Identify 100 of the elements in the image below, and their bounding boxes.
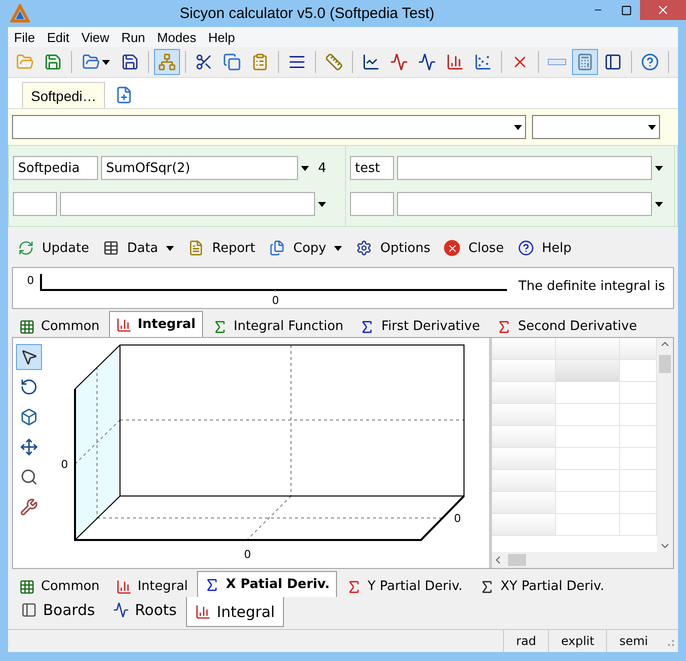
- grid-cell[interactable]: [620, 514, 657, 536]
- grid-cell[interactable]: [556, 470, 620, 492]
- plot-tool-button[interactable]: [16, 344, 42, 370]
- grid-cell[interactable]: [556, 360, 620, 382]
- curve-chart-icon: [418, 53, 436, 71]
- grid-cell[interactable]: [556, 404, 620, 426]
- logo-icon: [10, 4, 30, 24]
- bar-icon: [548, 59, 566, 65]
- panel-icon: [604, 53, 622, 71]
- grid-cell[interactable]: [492, 492, 556, 514]
- function-combo[interactable]: [60, 192, 315, 216]
- expression-combo[interactable]: [12, 115, 526, 139]
- grid-cell[interactable]: [556, 514, 620, 536]
- folder-icon: [16, 53, 34, 71]
- action-button[interactable]: Data: [103, 240, 174, 256]
- ruler-icon: [325, 53, 343, 71]
- function-combo[interactable]: [397, 192, 652, 216]
- grid-cell[interactable]: [620, 382, 657, 404]
- grid-cell[interactable]: [620, 404, 657, 426]
- action-button[interactable]: Report: [188, 240, 256, 256]
- tab[interactable]: Common: [12, 315, 107, 337]
- tab[interactable]: First Derivative: [352, 315, 487, 337]
- grid-cell[interactable]: [620, 448, 657, 470]
- tab[interactable]: Y Partial Deriv.: [338, 575, 470, 597]
- tab[interactable]: Boards: [12, 597, 104, 623]
- tab[interactable]: Common: [12, 575, 107, 597]
- tab[interactable]: XY Partial Deriv.: [472, 575, 612, 597]
- help-icon: [518, 240, 534, 256]
- grid-cell[interactable]: [556, 382, 620, 404]
- grid-cell[interactable]: [492, 426, 556, 448]
- lines-icon: [288, 53, 306, 71]
- action-button[interactable]: Update: [18, 240, 90, 256]
- status-cell: rad: [503, 630, 548, 652]
- axis-tick-label: 0: [272, 294, 279, 307]
- grid-cell[interactable]: [556, 338, 620, 360]
- paste-icon: [251, 53, 269, 71]
- grid-cell[interactable]: [492, 382, 556, 404]
- grid-cell[interactable]: [620, 426, 657, 448]
- save-icon: [44, 53, 62, 71]
- name-field[interactable]: [350, 192, 394, 216]
- status-cell: explit: [548, 630, 606, 652]
- axis-tick-label: 0: [27, 274, 34, 287]
- help-icon: [641, 53, 659, 71]
- action-button[interactable]: Help: [518, 240, 572, 256]
- close-icon: [444, 240, 460, 256]
- action-button[interactable]: Copy: [269, 240, 342, 256]
- action-button[interactable]: Options: [356, 240, 430, 256]
- tab[interactable]: X Patial Deriv.: [196, 571, 337, 597]
- calculator-icon: [576, 53, 594, 71]
- action-button[interactable]: Close: [444, 240, 504, 256]
- grid-cell[interactable]: [492, 470, 556, 492]
- scrollbar-thumb[interactable]: [659, 355, 671, 373]
- tab[interactable]: Integral Function: [204, 315, 350, 337]
- grid-cell[interactable]: [492, 514, 556, 536]
- box-icon: [20, 408, 38, 426]
- horizontal-scrollbar[interactable]: [492, 552, 673, 568]
- function-combo[interactable]: [397, 156, 652, 180]
- name-field[interactable]: test: [350, 156, 394, 180]
- grid-cell[interactable]: [620, 338, 657, 360]
- menu-item[interactable]: View: [75, 30, 116, 44]
- grid-icon: [19, 318, 35, 334]
- caret-icon: [334, 246, 342, 250]
- tab[interactable]: Roots: [104, 597, 186, 623]
- grid-cell[interactable]: [492, 404, 556, 426]
- variable-combo[interactable]: [532, 115, 660, 139]
- curve-chart-icon: [390, 53, 408, 71]
- grid-cell[interactable]: [556, 426, 620, 448]
- copy-icon: [223, 53, 241, 71]
- report-icon: [188, 240, 204, 256]
- menu-item[interactable]: Edit: [40, 30, 76, 44]
- curve-chart-icon: [112, 602, 129, 618]
- vertical-scrollbar[interactable]: [657, 338, 673, 552]
- scrollbar-thumb[interactable]: [508, 554, 526, 566]
- grid-cell[interactable]: [620, 470, 657, 492]
- tab[interactable]: Integral: [108, 311, 203, 337]
- grid-cell[interactable]: [492, 338, 556, 360]
- window-title: Sicyon calculator v5.0 (Softpedia Test): [178, 5, 436, 22]
- function-combo[interactable]: SumOfSqr(2): [101, 156, 298, 180]
- grid-cell[interactable]: [492, 360, 556, 382]
- folder-icon: [82, 53, 100, 71]
- axis-tick-label: 0: [244, 548, 251, 561]
- axis-tick-label: 0: [454, 512, 461, 525]
- status-cell: semi: [606, 630, 660, 652]
- grid-cell[interactable]: [492, 448, 556, 470]
- name-field[interactable]: [13, 192, 57, 216]
- line-chart-icon: [362, 53, 380, 71]
- tab[interactable]: Integral: [186, 597, 284, 627]
- tab[interactable]: Second Derivative: [488, 315, 644, 337]
- name-field[interactable]: Softpedia: [13, 156, 98, 180]
- menu-item[interactable]: File: [8, 30, 41, 44]
- menu-item[interactable]: Help: [202, 30, 241, 44]
- grid-cell[interactable]: [556, 448, 620, 470]
- tab[interactable]: Integral: [108, 575, 195, 597]
- grid-cell[interactable]: [556, 492, 620, 514]
- grid-cell[interactable]: [620, 360, 657, 382]
- menu-item[interactable]: Modes: [151, 30, 202, 44]
- document-tab[interactable]: Softpedi…: [22, 82, 106, 108]
- close-button[interactable]: [640, 0, 686, 20]
- grid-cell[interactable]: [620, 492, 657, 514]
- menu-item[interactable]: Run: [115, 30, 152, 44]
